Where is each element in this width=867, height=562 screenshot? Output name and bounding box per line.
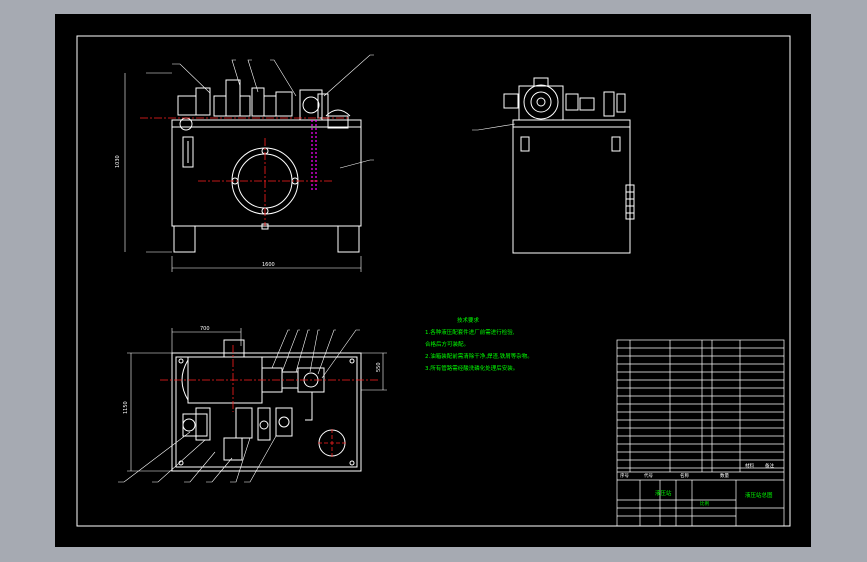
front-right-leg: [337, 226, 360, 253]
front-tank: [171, 126, 362, 227]
parts-list-header: 序号 代号 名称 数量 材料 备注: [620, 462, 774, 479]
unit-label: 液压站: [655, 489, 672, 497]
tech-line-1: 1.各种液压配套件进厂前需进行检验,: [425, 328, 515, 336]
drawing-border-outer: [76, 35, 791, 527]
cad-drawing: 1030 1600 700 1150 550 技术要求 1.各种液压配套件进厂前…: [76, 35, 791, 527]
drawing-name: 液压站总图: [745, 491, 773, 499]
tech-line-4: 3.所有管路需经酸洗磷化处理后安装。: [425, 364, 518, 372]
front-cover-plate: [171, 119, 362, 128]
svg-text:代号: 代号: [644, 472, 653, 479]
scale-label: 比例: [700, 500, 709, 507]
front-view: [124, 54, 374, 272]
tech-title: 技术要求: [457, 316, 480, 324]
svg-text:材料: 材料: [745, 462, 754, 469]
svg-text:名称: 名称: [680, 472, 689, 479]
plan-right-dim: 550: [376, 362, 382, 372]
plan-view: [118, 328, 387, 483]
plan-height-dim: 1150: [123, 401, 129, 414]
front-valve-block-a: [177, 95, 197, 116]
front-height-dim: 1030: [115, 155, 121, 168]
front-left-leg: [173, 226, 196, 253]
plan-width-dim: 700: [200, 326, 210, 332]
svg-text:序号: 序号: [620, 472, 629, 479]
tech-line-2: 合格后方可装配。: [425, 340, 469, 348]
side-view: [472, 77, 635, 254]
svg-text:数量: 数量: [720, 472, 729, 479]
svg-text:备注: 备注: [765, 462, 774, 469]
tech-line-3: 2.油箱装配前需清除干净,焊渣,铁屑等杂物。: [425, 352, 533, 360]
plan-valve-2: [223, 437, 243, 461]
tech-requirements: 技术要求 1.各种液压配套件进厂前需进行检验, 合格后方可装配。 2.油箱装配前…: [425, 316, 533, 372]
side-motor: [523, 84, 559, 120]
front-width-dim: 1600: [262, 262, 275, 268]
front-pipe: [311, 120, 317, 190]
